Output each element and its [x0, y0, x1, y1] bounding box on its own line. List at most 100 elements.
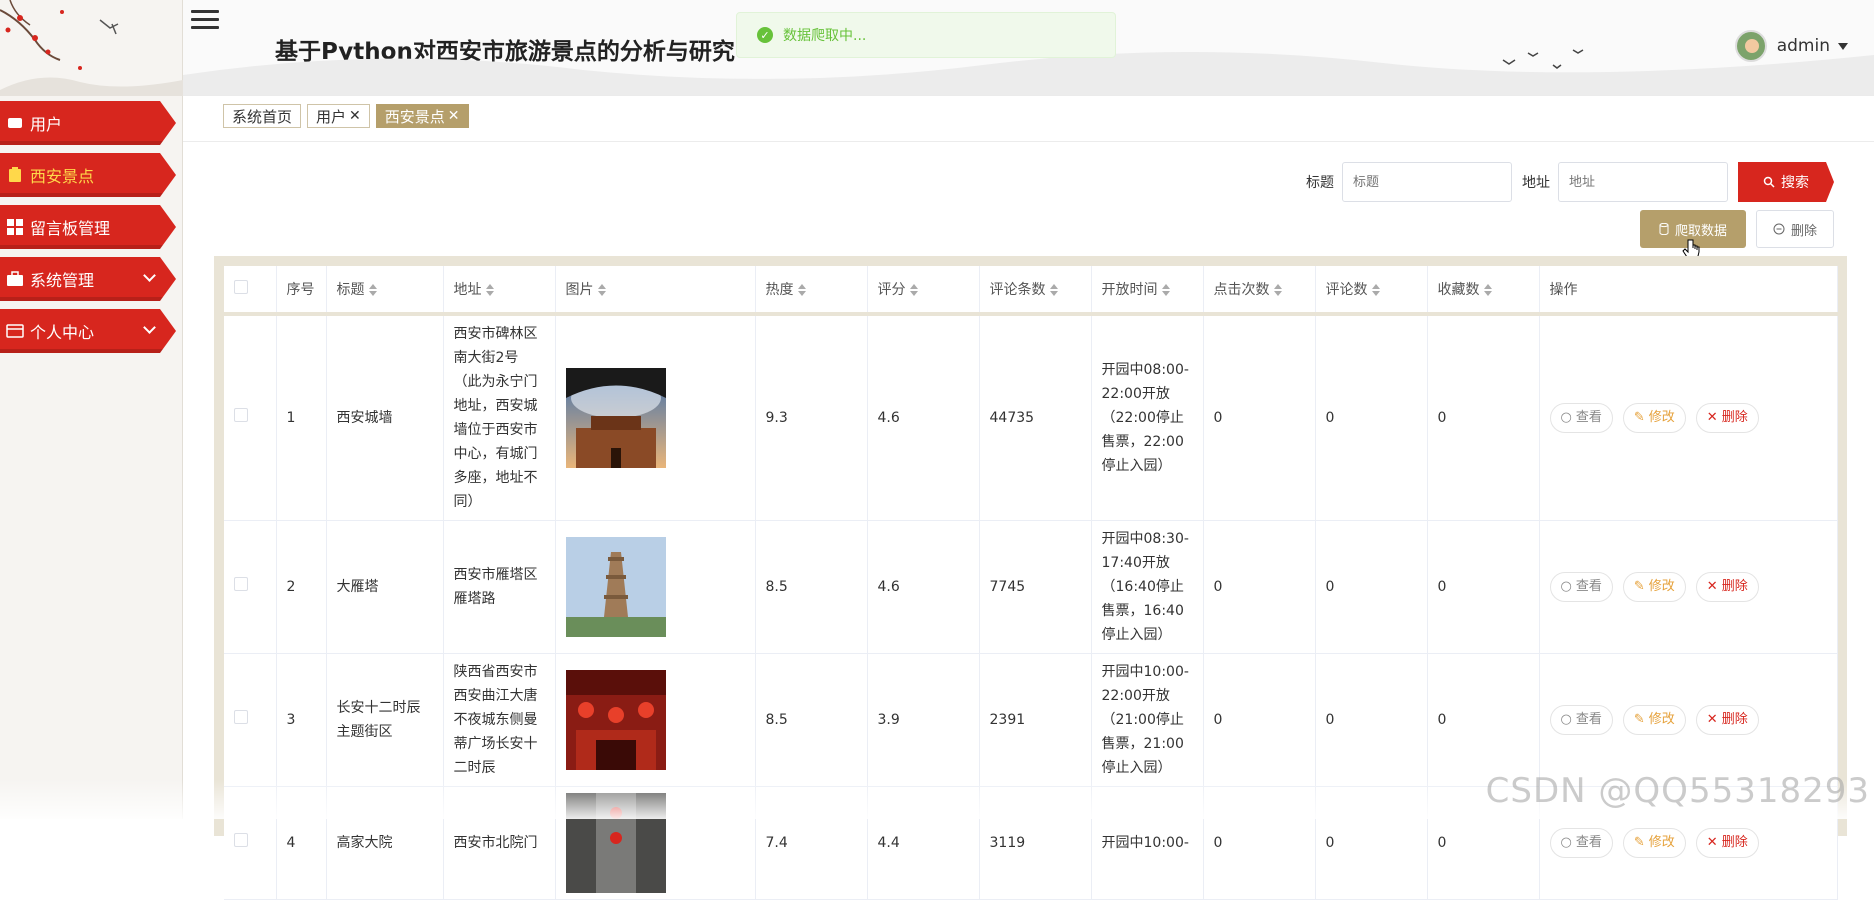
delete-button[interactable]: ✕删除: [1696, 403, 1759, 433]
sidebar-menu: 用户 西安景点 留言板管理 系统管理 个人中心: [0, 101, 183, 361]
view-button[interactable]: ○查看: [1550, 403, 1613, 433]
tab-label: 西安景点: [385, 106, 445, 127]
tab-home[interactable]: 系统首页: [223, 104, 301, 128]
edit-button[interactable]: ✎修改: [1623, 705, 1686, 735]
row-checkbox[interactable]: [234, 833, 248, 847]
batch-delete-button[interactable]: 删除: [1756, 210, 1834, 248]
attraction-image[interactable]: [566, 537, 666, 637]
sort-icon[interactable]: [1484, 284, 1492, 296]
column-header[interactable]: 评分: [867, 266, 979, 314]
sidebar-item-user[interactable]: 用户: [0, 101, 176, 145]
column-header[interactable]: 标题: [326, 266, 443, 314]
cell-image: [555, 314, 755, 521]
close-icon: ✕: [1707, 831, 1718, 855]
sort-icon[interactable]: [598, 284, 606, 296]
column-header[interactable]: 点击次数: [1203, 266, 1315, 314]
card-icon: [6, 322, 24, 340]
address-label: 地址: [1522, 172, 1550, 192]
view-button[interactable]: ○查看: [1550, 705, 1613, 735]
sidebar: 用户 西安景点 留言板管理 系统管理 个人中心: [0, 0, 183, 819]
column-header[interactable]: 图片: [555, 266, 755, 314]
sidebar-item-xian-attractions[interactable]: 西安景点: [0, 153, 176, 197]
sort-icon[interactable]: [1050, 284, 1058, 296]
cell-title: 西安城墙: [326, 314, 443, 521]
column-header[interactable]: 评论条数: [979, 266, 1091, 314]
edit-button[interactable]: ✎修改: [1623, 572, 1686, 602]
cell-open-time: 开园中08:30-17:40开放（16:40停止售票，16:40停止入园）: [1091, 521, 1203, 654]
attraction-image[interactable]: [566, 368, 666, 468]
table-row: 3 长安十二时辰主题街区 陕西省西安市西安曲江大唐不夜城东侧曼蒂广场长安十二时辰…: [224, 654, 1837, 787]
cell-favorites: 0: [1427, 654, 1539, 787]
edit-icon: ✎: [1634, 575, 1645, 599]
close-icon[interactable]: ✕: [448, 108, 460, 124]
row-checkbox[interactable]: [234, 710, 248, 724]
tab-user[interactable]: 用户✕: [307, 104, 370, 128]
sort-icon[interactable]: [486, 284, 494, 296]
sidebar-item-label: 留言板管理: [30, 215, 110, 239]
column-header[interactable]: 热度: [755, 266, 867, 314]
row-actions: ○查看 ✎修改 ✕删除: [1550, 403, 1827, 433]
address-search-input[interactable]: [1558, 162, 1728, 202]
cell-index: 3: [276, 654, 326, 787]
view-button[interactable]: ○查看: [1550, 572, 1613, 602]
divider: [183, 141, 1874, 142]
batch-delete-label: 删除: [1791, 220, 1817, 239]
tab-label: 系统首页: [232, 106, 292, 127]
sidebar-item-system-management[interactable]: 系统管理: [0, 257, 176, 301]
table-header-row: 序号 标题 地址 图片 热度 评分 评论条数 开放时间 点击次数 评论数 收藏数…: [224, 266, 1837, 314]
sort-icon[interactable]: [1274, 284, 1282, 296]
column-header[interactable]: 评论数: [1315, 266, 1427, 314]
sidebar-item-message-board[interactable]: 留言板管理: [0, 205, 176, 249]
row-actions: ○查看 ✎修改 ✕删除: [1550, 828, 1827, 858]
minus-circle-icon: [1773, 223, 1785, 235]
cell-clicks: 0: [1203, 654, 1315, 787]
search-icon: ○: [1561, 831, 1572, 855]
delete-button[interactable]: ✕删除: [1696, 705, 1759, 735]
tab-label: 用户: [316, 106, 346, 127]
row-checkbox[interactable]: [234, 577, 248, 591]
chevron-down-icon: [143, 321, 156, 334]
column-header[interactable]: 地址: [443, 266, 555, 314]
cell-address: 西安市碑林区南大街2号（此为永宁门地址，西安城墙位于西安市中心，有城门多座，地址…: [443, 314, 555, 521]
edit-button[interactable]: ✎修改: [1623, 828, 1686, 858]
cell-comment-count: 44735: [979, 314, 1091, 521]
close-icon[interactable]: ✕: [349, 108, 361, 124]
column-header[interactable]: 开放时间: [1091, 266, 1203, 314]
cell-clicks: 0: [1203, 314, 1315, 521]
avatar: [1735, 30, 1767, 62]
delete-button[interactable]: ✕删除: [1696, 828, 1759, 858]
search-button[interactable]: 搜索: [1738, 162, 1834, 202]
clipboard-icon: [6, 166, 24, 184]
delete-button[interactable]: ✕删除: [1696, 572, 1759, 602]
close-icon: ✕: [1707, 406, 1718, 430]
sort-icon[interactable]: [1372, 284, 1380, 296]
sidebar-item-personal-center[interactable]: 个人中心: [0, 309, 176, 353]
cell-image: [555, 521, 755, 654]
title-search-input[interactable]: [1342, 162, 1512, 202]
tab-xian-attractions[interactable]: 西安景点✕: [376, 104, 469, 128]
column-header: 序号: [276, 266, 326, 314]
attraction-image[interactable]: [566, 670, 666, 770]
cell-comment-count: 7745: [979, 521, 1091, 654]
view-button[interactable]: ○查看: [1550, 828, 1613, 858]
cell-clicks: 0: [1203, 521, 1315, 654]
sort-icon[interactable]: [910, 284, 918, 296]
select-all-checkbox[interactable]: [234, 280, 248, 294]
cell-open-time: 开园中10:00-22:00开放（21:00停止售票，21:00停止入园）: [1091, 654, 1203, 787]
sidebar-item-label: 系统管理: [30, 267, 94, 291]
edit-button[interactable]: ✎修改: [1623, 403, 1686, 433]
sort-icon[interactable]: [798, 284, 806, 296]
cell-comments: 0: [1315, 521, 1427, 654]
sort-icon[interactable]: [1162, 284, 1170, 296]
grid-icon: [6, 218, 24, 236]
edit-icon: ✎: [1634, 831, 1645, 855]
check-circle-icon: ✓: [757, 27, 773, 43]
row-checkbox[interactable]: [234, 408, 248, 422]
column-header[interactable]: 收藏数: [1427, 266, 1539, 314]
cell-address: 西安市雁塔区雁塔路: [443, 521, 555, 654]
cell-title: 长安十二时辰主题街区: [326, 654, 443, 787]
cell-comments: 0: [1315, 654, 1427, 787]
user-menu[interactable]: admin: [1735, 30, 1848, 62]
menu-toggle-icon[interactable]: [191, 10, 219, 34]
sort-icon[interactable]: [369, 284, 377, 296]
